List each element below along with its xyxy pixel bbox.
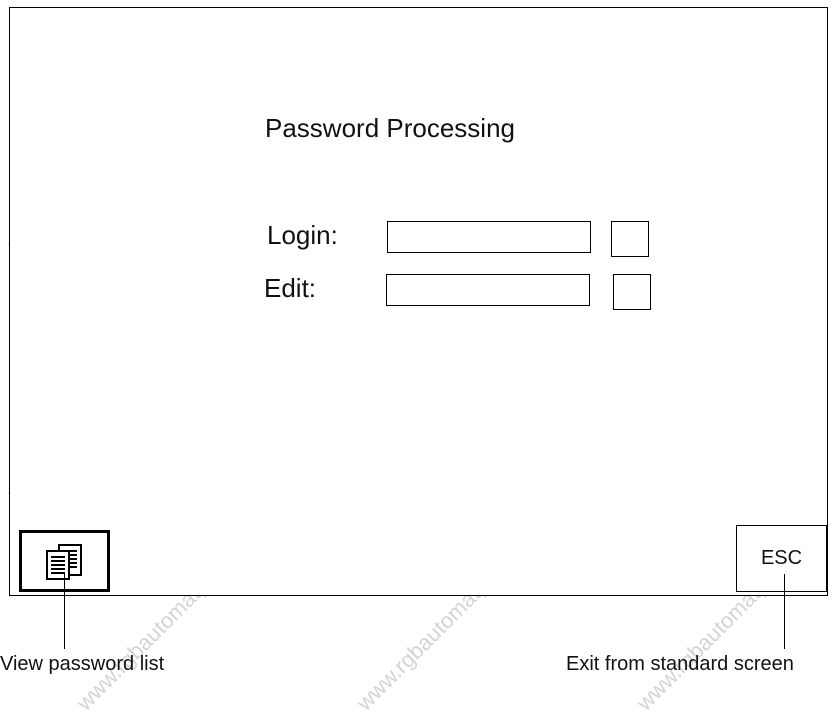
- edit-label: Edit:: [264, 273, 317, 303]
- login-label: Login:: [267, 220, 338, 250]
- page-title: Password Processing: [265, 113, 515, 143]
- password-list-icon: [46, 544, 82, 580]
- login-level-box[interactable]: [611, 221, 649, 257]
- caption-view-password-list: View password list: [0, 653, 165, 675]
- edit-field[interactable]: [386, 274, 590, 306]
- edit-level-box[interactable]: [613, 274, 651, 310]
- password-processing-screen: Password Processing Login: Edit: ESC: [9, 7, 828, 596]
- esc-button[interactable]: ESC: [736, 525, 827, 592]
- caption-exit-standard-screen: Exit from standard screen: [566, 653, 794, 675]
- login-field[interactable]: [387, 221, 591, 253]
- callout-line-view-list: [64, 574, 65, 649]
- callout-line-esc: [784, 574, 785, 649]
